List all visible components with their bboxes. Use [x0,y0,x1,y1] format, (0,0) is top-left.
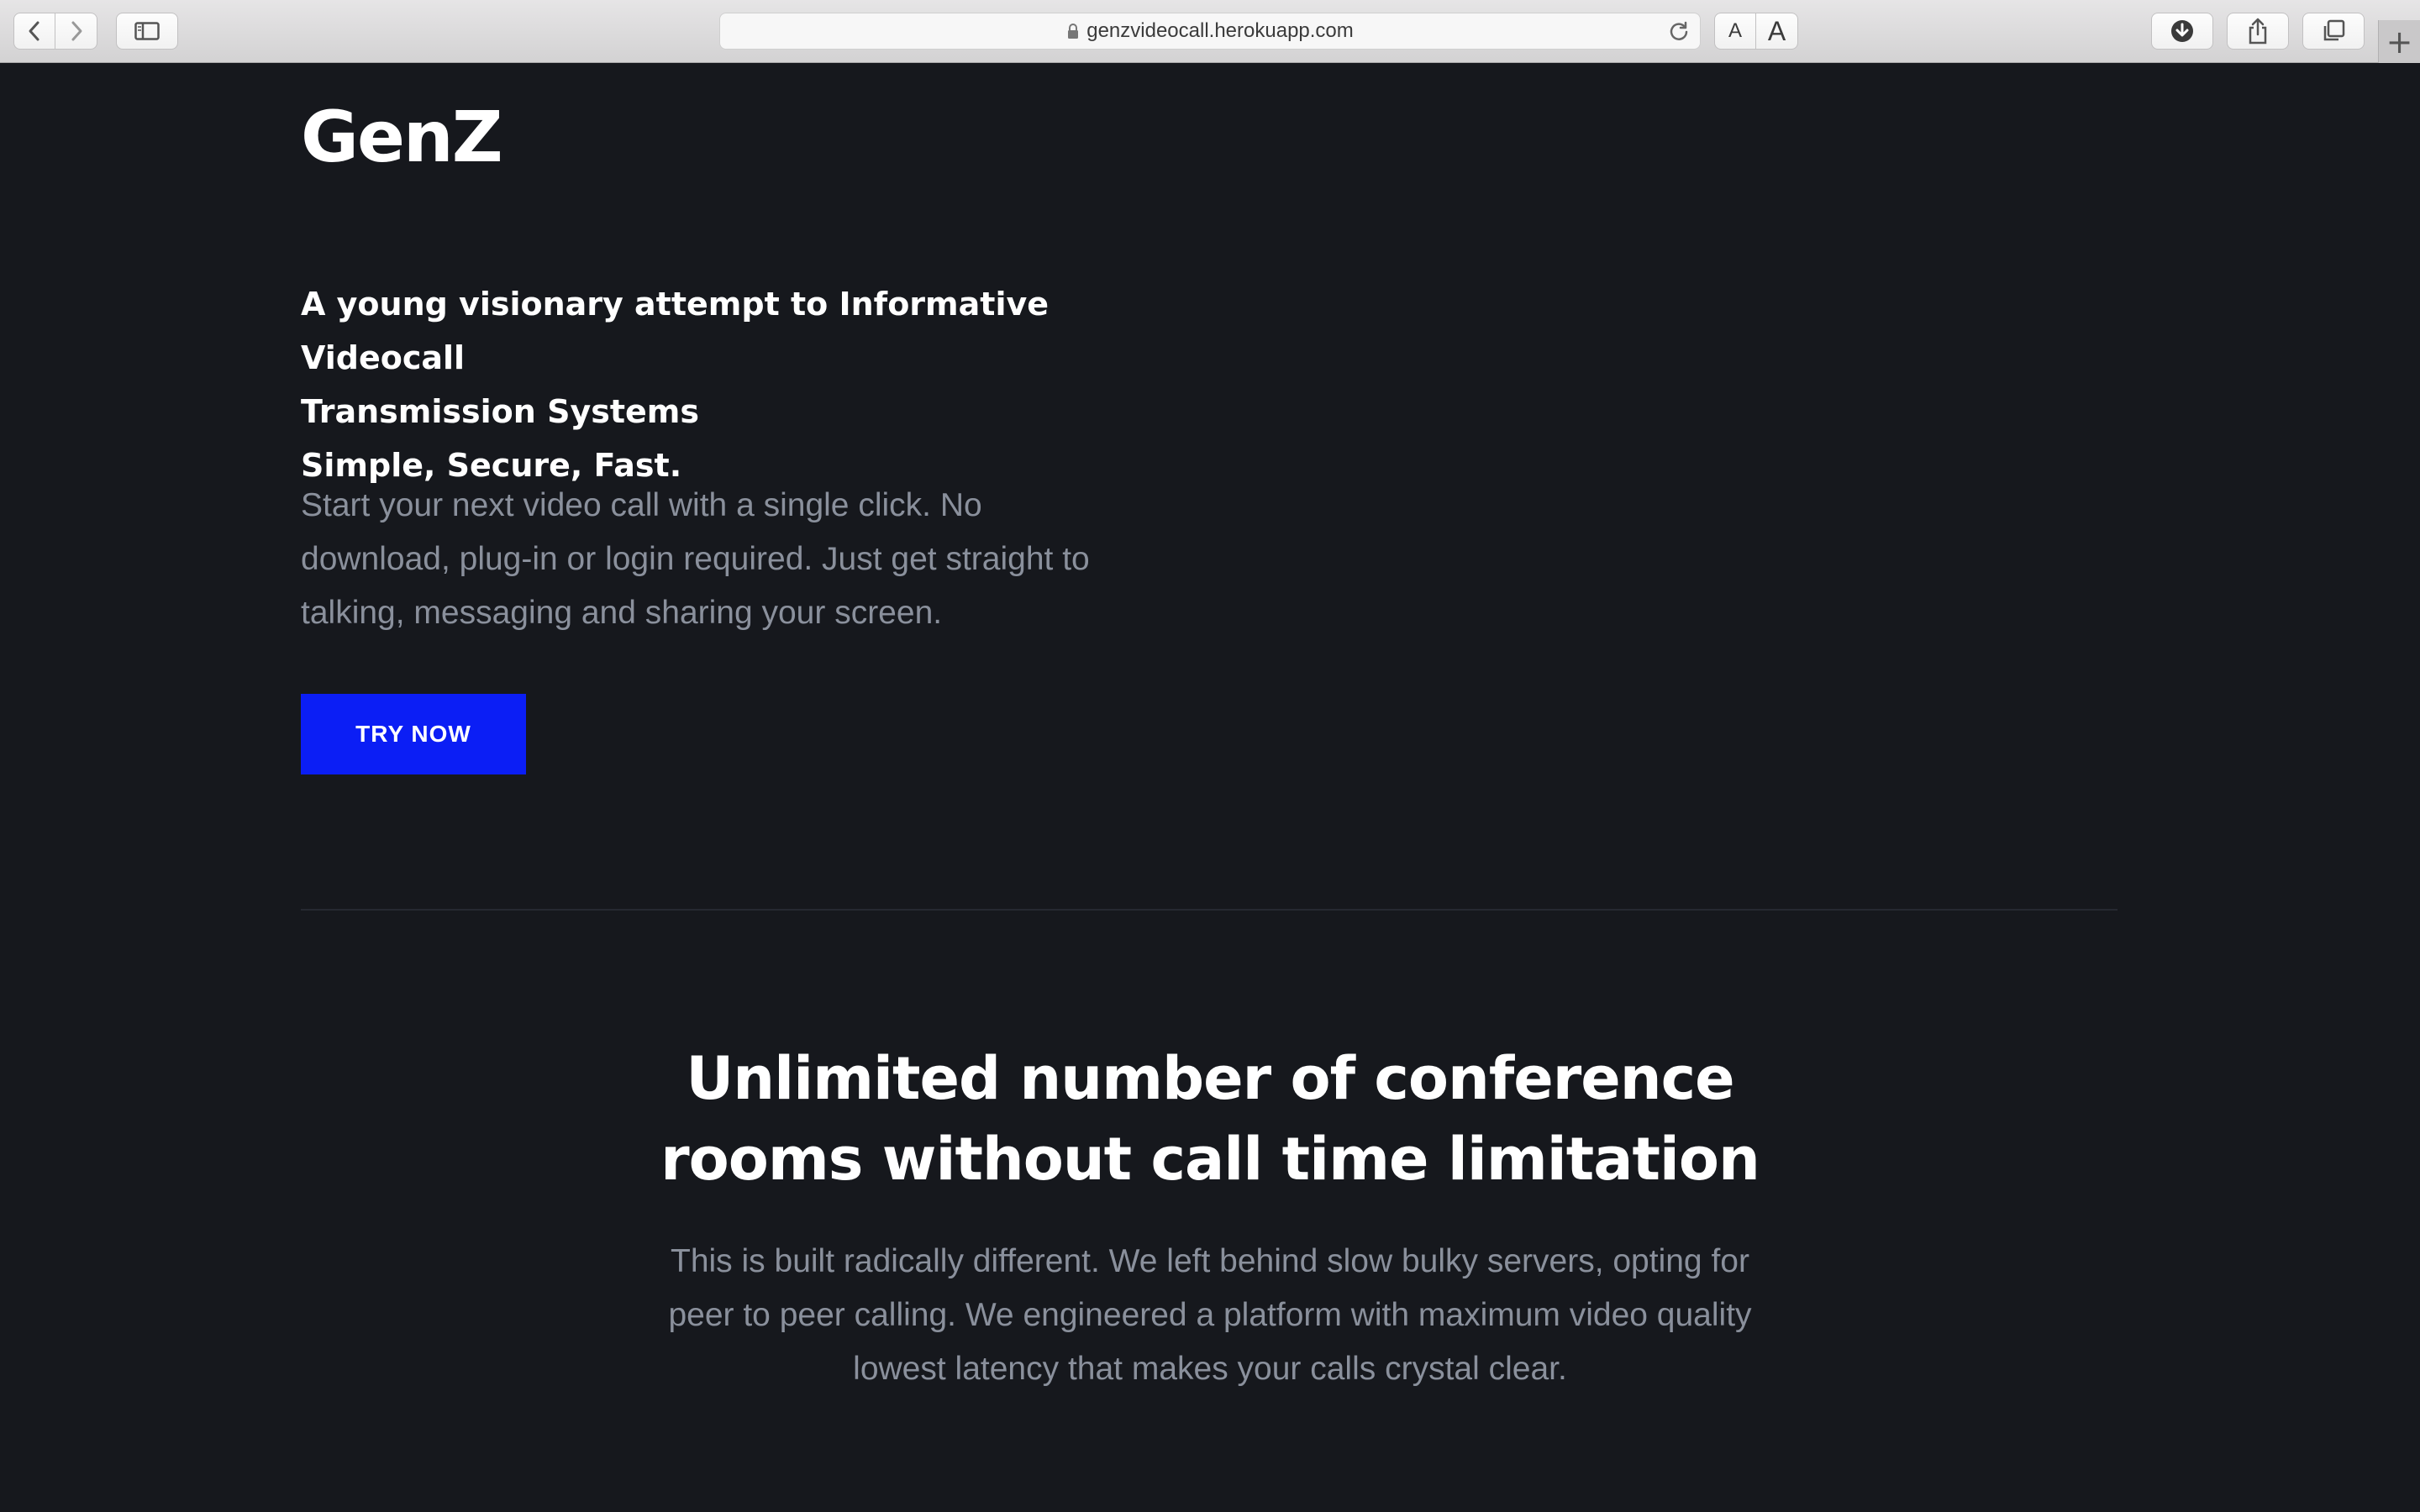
chevron-right-icon [68,20,85,42]
hero-headline-line: A young visionary attempt to Informative… [301,286,1050,376]
decrease-font-button[interactable]: A [1714,13,1756,50]
chevron-left-icon [26,20,43,42]
address-bar[interactable]: genzvideocall.herokuapp.com [719,13,1701,50]
forward-button[interactable] [55,13,97,50]
feature-title-line: rooms without call time limitation [660,1125,1760,1194]
web-page: GenZ A young visionary attempt to Inform… [0,64,2420,1512]
tabs-icon [2322,19,2345,43]
downloads-button[interactable] [2151,13,2213,50]
feature-title-line: Unlimited number of conference [686,1044,1734,1113]
share-icon [2247,18,2269,45]
reload-icon[interactable] [1668,20,1690,48]
url-text: genzvideocall.herokuapp.com [1086,19,1354,42]
sidebar-icon [134,22,160,40]
hero-description: Start your next video call with a single… [301,487,1090,631]
increase-font-button[interactable]: A [1756,13,1798,50]
site-logo[interactable]: GenZ [301,96,503,178]
feature-title: Unlimited number of conference rooms wit… [538,1038,1882,1200]
browser-toolbar: genzvideocall.herokuapp.com A A + [0,0,2420,63]
back-button[interactable] [13,13,55,50]
feature-description: This is built radically different. We le… [668,1243,1752,1387]
download-icon [2170,18,2195,44]
section-divider [301,909,2118,911]
lock-icon [1066,23,1080,39]
new-tab-button[interactable]: + [2378,20,2420,63]
try-now-button[interactable]: TRY NOW [301,694,526,774]
hero-headline: A young visionary attempt to Informative… [301,277,1141,492]
hero-headline-line: Transmission Systems [301,393,699,430]
share-button[interactable] [2227,13,2289,50]
tab-overview-button[interactable] [2302,13,2365,50]
sidebar-toggle-button[interactable] [116,13,178,50]
